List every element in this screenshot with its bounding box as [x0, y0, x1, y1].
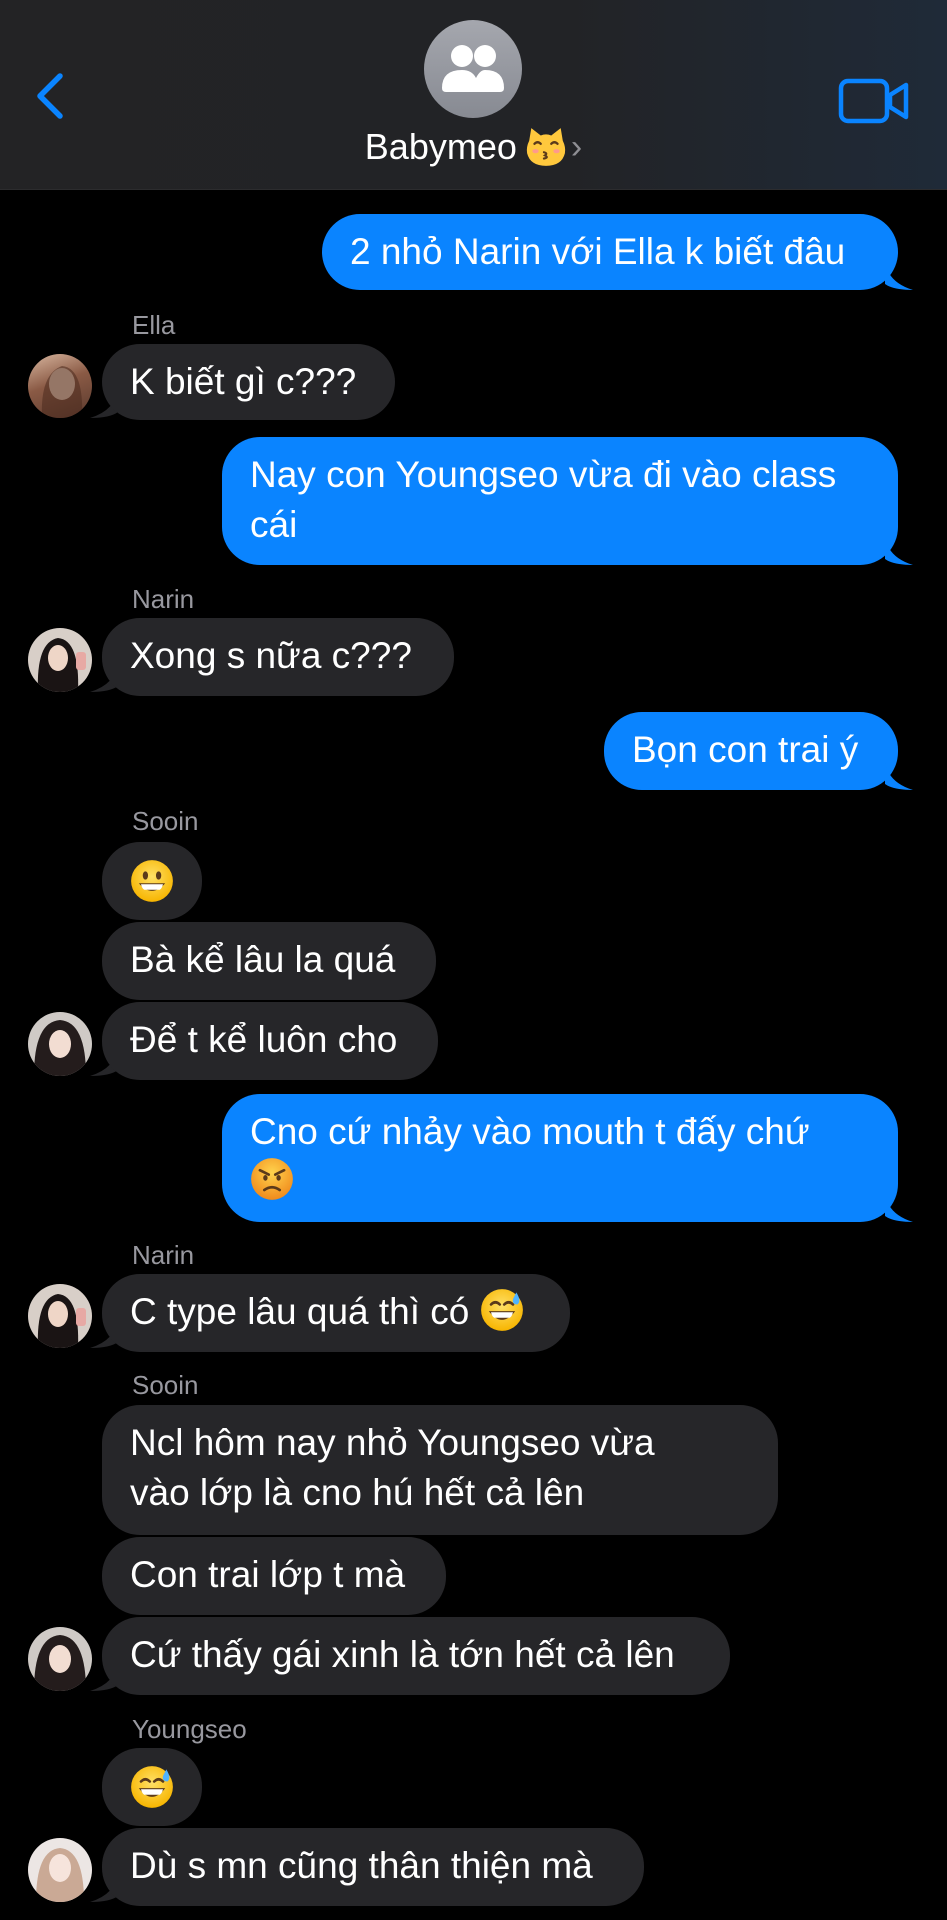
- sent-message-bubble[interactable]: Nay con Youngseo vừa đi vào class cái: [222, 437, 898, 565]
- bubble-tail: [885, 760, 915, 790]
- avatar-sooin[interactable]: [28, 1012, 92, 1076]
- message-text-line: vào lớp là cno hú hết cả lên: [130, 1472, 585, 1513]
- kissing-cat-emoji-icon: [525, 126, 567, 168]
- facetime-video-button[interactable]: [838, 78, 910, 124]
- back-button[interactable]: [30, 68, 70, 124]
- message-text: Con trai lớp t mà: [130, 1554, 406, 1595]
- received-message-bubble[interactable]: Dù s mn cũng thân thiện mà: [102, 1828, 644, 1906]
- bubble-tail: [885, 260, 915, 290]
- message-text: K biết gì c???: [130, 361, 357, 402]
- message-text: 2 nhỏ Narin với Ella k biết đâu: [350, 231, 846, 272]
- message-text-line: Cno cứ nhảy vào mouth t đấy chứ: [250, 1111, 810, 1152]
- chat-header: Babymeo ›: [0, 0, 947, 190]
- received-message-bubble[interactable]: K biết gì c???: [102, 344, 395, 420]
- received-message-bubble[interactable]: Con trai lớp t mà: [102, 1537, 446, 1615]
- chevron-left-icon: [37, 73, 63, 119]
- received-message-bubble[interactable]: Cứ thấy gái xinh là tớn hết cả lên: [102, 1617, 730, 1695]
- received-message-bubble[interactable]: Xong s nữa c???: [102, 618, 454, 696]
- received-emoji-bubble[interactable]: [102, 842, 202, 920]
- message-text: Để t kể luôn cho: [130, 1019, 398, 1060]
- message-text: C type lâu quá thì có: [130, 1291, 470, 1332]
- group-avatar[interactable]: [424, 20, 522, 118]
- grinning-face-emoji-icon: [130, 859, 174, 903]
- received-message-bubble[interactable]: C type lâu quá thì có: [102, 1274, 570, 1352]
- sender-name: Sooin: [132, 806, 199, 836]
- received-message-bubble[interactable]: Để t kể luôn cho: [102, 1002, 438, 1080]
- sender-name: Narin: [132, 584, 195, 614]
- bubble-tail: [885, 1192, 915, 1222]
- message-text: Bọn con trai ý: [632, 729, 859, 770]
- avatar-ella[interactable]: [28, 354, 92, 418]
- sender-name: Ella: [132, 310, 176, 340]
- grinning-sweat-emoji-icon: [130, 1765, 174, 1809]
- message-text-line: Ncl hôm nay nhỏ Youngseo vừa: [130, 1422, 655, 1463]
- message-text-line: Nay con Youngseo vừa đi vào class: [250, 454, 837, 495]
- chevron-right-icon: ›: [570, 128, 583, 166]
- message-text: Bà kể lâu la quá: [130, 939, 396, 980]
- sender-name: Narin: [132, 1240, 195, 1270]
- grinning-sweat-emoji-icon: [480, 1288, 524, 1332]
- avatar-sooin[interactable]: [28, 1627, 92, 1691]
- sent-message-bubble[interactable]: 2 nhỏ Narin với Ella k biết đâu: [322, 214, 898, 290]
- message-text-line: cái: [250, 504, 298, 545]
- received-message-bubble[interactable]: Bà kể lâu la quá: [102, 922, 436, 1000]
- avatar-youngseo[interactable]: [28, 1838, 92, 1902]
- bubble-tail: [885, 535, 915, 565]
- avatar-narin[interactable]: [28, 628, 92, 692]
- received-emoji-bubble[interactable]: [102, 1748, 202, 1826]
- sender-name: Sooin: [132, 1370, 199, 1400]
- sent-message-bubble[interactable]: Bọn con trai ý: [604, 712, 898, 790]
- sent-message-bubble[interactable]: Cno cứ nhảy vào mouth t đấy chứ: [222, 1094, 898, 1222]
- conversation-title[interactable]: Babymeo ›: [0, 122, 947, 172]
- sender-name: Youngseo: [132, 1714, 247, 1744]
- avatar-narin[interactable]: [28, 1284, 92, 1348]
- received-message-bubble[interactable]: Ncl hôm nay nhỏ Youngseo vừa vào lớp là …: [102, 1405, 778, 1535]
- angry-face-emoji-icon: [250, 1157, 294, 1201]
- group-name: Babymeo: [364, 126, 517, 167]
- video-camera-icon: [838, 78, 909, 124]
- message-text: Xong s nữa c???: [130, 635, 412, 676]
- message-text: Cứ thấy gái xinh là tớn hết cả lên: [130, 1634, 675, 1675]
- message-text: Dù s mn cũng thân thiện mà: [130, 1845, 593, 1886]
- group-people-icon: [442, 45, 504, 92]
